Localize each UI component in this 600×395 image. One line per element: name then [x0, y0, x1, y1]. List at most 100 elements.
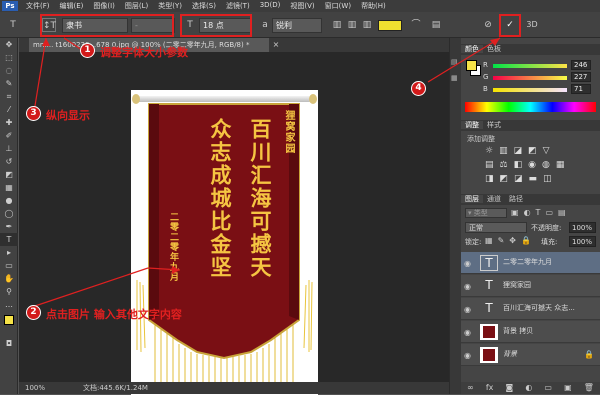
gradient-map-icon[interactable]: ▬	[529, 174, 538, 184]
layer-name[interactable]: 百川汇海可撼天 众志...	[503, 303, 575, 313]
zoom-tool-icon[interactable]: ⚲	[0, 285, 18, 298]
marquee-tool-icon[interactable]: ⬚	[0, 51, 18, 64]
new-group-icon[interactable]: ▭	[544, 382, 552, 394]
text-color-swatch[interactable]	[378, 20, 402, 31]
black-white-icon[interactable]: ◧	[514, 160, 523, 170]
panel-foreground-swatch[interactable]	[466, 60, 477, 71]
banner-main-text-col1[interactable]: 百川汇海可撼天	[247, 118, 273, 279]
eraser-tool-icon[interactable]: ◩	[0, 168, 18, 181]
quick-select-tool-icon[interactable]: ✎	[0, 77, 18, 90]
hand-tool-icon[interactable]: ✋	[0, 272, 18, 285]
layer-row-date[interactable]: ◉ T 二零二零年九月	[461, 252, 600, 274]
type-tool-icon[interactable]: T	[0, 233, 18, 246]
quick-mask-icon[interactable]: ◘	[0, 337, 18, 350]
brush-tool-icon[interactable]: ✐	[0, 129, 18, 142]
lock-transparency-icon[interactable]: ▦	[485, 236, 493, 245]
layer-name[interactable]: 背景	[503, 349, 517, 359]
healing-tool-icon[interactable]: ✚	[0, 116, 18, 129]
filter-shape-icon[interactable]: ▭	[545, 208, 553, 217]
threshold-icon[interactable]: ◪	[514, 174, 523, 184]
lock-pixels-icon[interactable]: ✎	[498, 236, 505, 245]
layer-row-bg-copy[interactable]: ◉ 背景 拷贝	[461, 321, 600, 343]
green-value-input[interactable]: 227	[571, 72, 591, 82]
tab-styles[interactable]: 样式	[483, 121, 505, 129]
cancel-icon[interactable]: ⊘	[481, 18, 495, 32]
menu-type[interactable]: 类型(Y)	[158, 1, 182, 11]
layer-visibility-eye-icon[interactable]: ◉	[464, 351, 474, 360]
antialias-select[interactable]: 锐利	[272, 18, 322, 33]
new-layer-icon[interactable]: ▣	[564, 382, 572, 394]
lock-all-icon[interactable]: 🔒	[521, 236, 531, 245]
menu-select[interactable]: 选择(S)	[192, 1, 216, 11]
warp-text-icon[interactable]: ⌒	[409, 18, 423, 32]
properties-panel-icon[interactable]: ▦	[451, 74, 461, 84]
dodge-tool-icon[interactable]: ◯	[0, 207, 18, 220]
menu-filter[interactable]: 滤镜(T)	[226, 1, 250, 11]
more-tools-icon[interactable]: …	[0, 298, 18, 311]
blue-slider[interactable]	[493, 88, 567, 92]
blue-value-input[interactable]: 71	[571, 84, 591, 94]
tab-color[interactable]: 颜色	[461, 45, 483, 53]
add-mask-icon[interactable]: ◙	[505, 382, 513, 394]
banner-header-text[interactable]: 狸窝家园	[281, 110, 296, 154]
document-canvas[interactable]: 狸窝家园 百川汇海可撼天 众志成城比金坚 二零二零年九月	[131, 90, 318, 395]
layer-name[interactable]: 背景 拷贝	[503, 326, 533, 336]
selective-color-icon[interactable]: ◫	[543, 174, 552, 184]
brightness-icon[interactable]: ☼	[485, 146, 493, 156]
lock-position-icon[interactable]: ✥	[509, 236, 516, 245]
align-bottom-icon[interactable]: ▥	[360, 18, 374, 32]
move-tool-icon[interactable]: ✥	[0, 38, 18, 51]
menu-edit[interactable]: 编辑(E)	[60, 1, 84, 11]
opacity-input[interactable]: 100%	[569, 222, 596, 233]
rectangle-tool-icon[interactable]: ▭	[0, 259, 18, 272]
fill-input[interactable]: 100%	[569, 236, 596, 247]
eyedropper-tool-icon[interactable]: ⁄	[0, 103, 18, 116]
tab-close-icon[interactable]: ×	[269, 38, 283, 52]
curves-icon[interactable]: ◪	[514, 146, 523, 156]
layer-name[interactable]: 二零二零年九月	[503, 257, 552, 267]
color-spectrum-ramp[interactable]	[465, 102, 596, 112]
tab-adjustments[interactable]: 调整	[461, 121, 483, 129]
layer-row-main-text[interactable]: ◉ T 百川汇海可撼天 众志...	[461, 298, 600, 320]
green-slider[interactable]	[493, 76, 567, 80]
align-top-icon[interactable]: ▥	[330, 18, 344, 32]
tab-channels[interactable]: 通道	[483, 195, 505, 203]
new-adjust-layer-icon[interactable]: ◐	[525, 382, 532, 394]
layer-name[interactable]: 狸窝家园	[503, 280, 531, 290]
link-layers-icon[interactable]: ∞	[467, 382, 474, 394]
layer-row-header[interactable]: ◉ T 狸窝家园	[461, 275, 600, 297]
filter-pixel-icon[interactable]: ▣	[511, 208, 519, 217]
layer-row-bg[interactable]: ◉ 背景 🔒	[461, 344, 600, 366]
pen-tool-icon[interactable]: ✒	[0, 220, 18, 233]
banner-main-text-col2[interactable]: 众志成城比金坚	[207, 118, 233, 279]
crop-tool-icon[interactable]: ⌗	[0, 90, 18, 103]
foreground-color-swatch[interactable]	[4, 315, 14, 325]
channel-mixer-icon[interactable]: ◍	[542, 160, 550, 170]
levels-icon[interactable]: ▥	[499, 146, 508, 156]
blur-tool-icon[interactable]: ●	[0, 194, 18, 207]
tab-paths[interactable]: 路径	[505, 195, 527, 203]
zoom-level[interactable]: 100%	[25, 382, 45, 394]
layer-style-icon[interactable]: fx	[486, 382, 494, 394]
gradient-tool-icon[interactable]: ▦	[0, 181, 18, 194]
align-center-icon[interactable]: ▥	[345, 18, 359, 32]
exposure-icon[interactable]: ◩	[528, 146, 537, 156]
menu-help[interactable]: 帮助(H)	[361, 1, 386, 11]
menu-window[interactable]: 窗口(W)	[325, 1, 351, 11]
type-tool-preset-icon[interactable]: T	[6, 18, 20, 32]
filter-adjust-icon[interactable]: ◐	[524, 208, 531, 217]
red-slider[interactable]	[493, 64, 567, 68]
menu-file[interactable]: 文件(F)	[26, 1, 50, 11]
posterize-icon[interactable]: ◩	[500, 174, 509, 184]
lasso-tool-icon[interactable]: ◌	[0, 64, 18, 77]
red-value-input[interactable]: 246	[571, 60, 591, 70]
character-panel-icon[interactable]: ▤	[429, 18, 443, 32]
menu-view[interactable]: 视图(V)	[290, 1, 314, 11]
layer-filter-select[interactable]: ▾ 类型	[465, 208, 507, 218]
delete-layer-icon[interactable]: 🗑	[584, 382, 594, 394]
stamp-tool-icon[interactable]: ⊥	[0, 142, 18, 155]
color-balance-icon[interactable]: ⚖	[500, 160, 508, 170]
menu-layer[interactable]: 图层(L)	[125, 1, 148, 11]
layer-visibility-eye-icon[interactable]: ◉	[464, 282, 474, 291]
menu-3d[interactable]: 3D(D)	[260, 1, 281, 11]
